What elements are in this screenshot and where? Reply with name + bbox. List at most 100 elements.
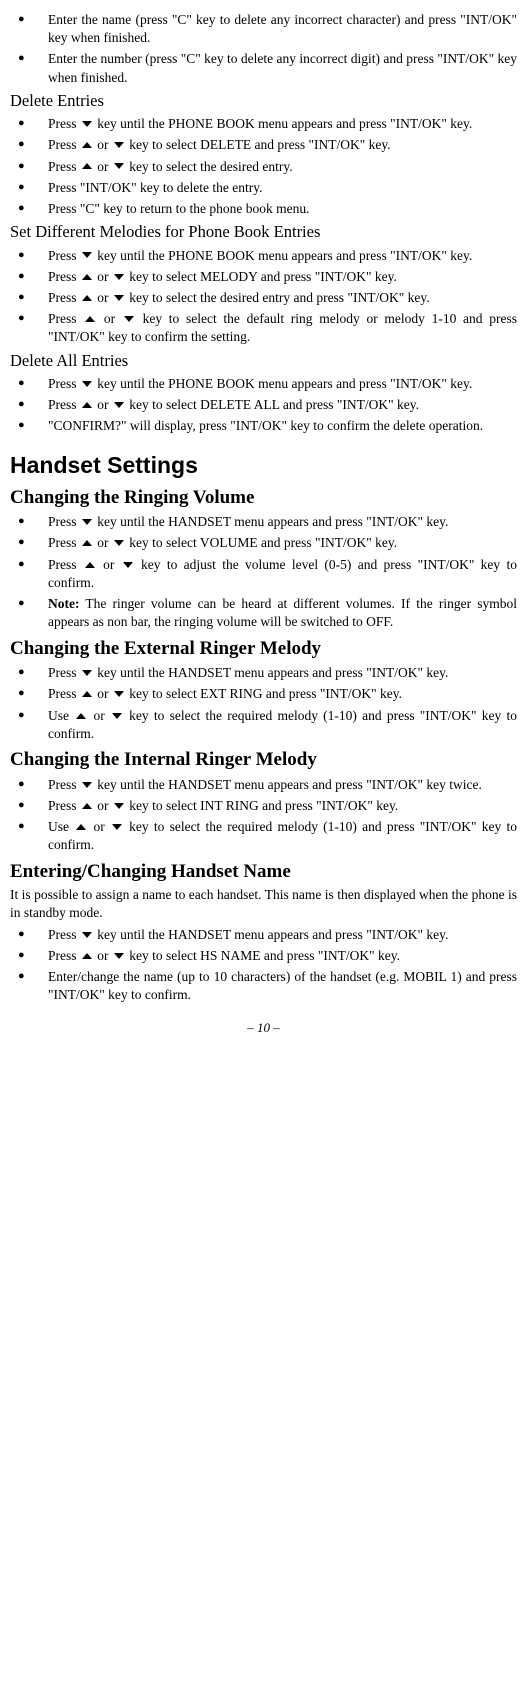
- list-item: Press or key to select DELETE and press …: [10, 136, 517, 154]
- section-delete-entries: Delete Entries: [10, 90, 517, 112]
- up-arrow-icon: [75, 822, 87, 832]
- section-ext-ring: Changing the External Ringer Melody: [10, 636, 517, 662]
- text: Press: [48, 311, 83, 326]
- down-arrow-icon: [113, 689, 125, 699]
- text: Press: [48, 927, 80, 942]
- text: key to select DELETE and press "INT/OK" …: [126, 137, 391, 152]
- section-delete-all: Delete All Entries: [10, 350, 517, 372]
- text: Press: [48, 376, 80, 391]
- text: Press: [48, 686, 80, 701]
- up-arrow-icon: [81, 293, 93, 303]
- list-item: Press or key to select VOLUME and press …: [10, 534, 517, 552]
- down-arrow-icon: [113, 161, 125, 171]
- text: key to select DELETE ALL and press "INT/…: [126, 397, 419, 412]
- list-item: Press or key to select DELETE ALL and pr…: [10, 396, 517, 414]
- text: Use: [48, 708, 74, 723]
- up-arrow-icon: [81, 400, 93, 410]
- text: key to select MELODY and press "INT/OK" …: [126, 269, 397, 284]
- list-item: Press or key to select HS NAME and press…: [10, 947, 517, 965]
- text: key to select EXT RING and press "INT/OK…: [126, 686, 402, 701]
- text: key until the HANDSET menu appears and p…: [94, 665, 448, 680]
- ringing-volume-list: Press key until the HANDSET menu appears…: [10, 513, 517, 631]
- text: Press: [48, 535, 80, 550]
- hs-name-intro: It is possible to assign a name to each …: [10, 886, 517, 922]
- list-item: Press or key to adjust the volume level …: [10, 556, 517, 592]
- section-ringing-volume: Changing the Ringing Volume: [10, 485, 517, 511]
- list-item: Enter the name (press "C" key to delete …: [10, 11, 517, 47]
- list-item: Press key until the PHONE BOOK menu appe…: [10, 115, 517, 133]
- text: key to select VOLUME and press "INT/OK" …: [126, 535, 397, 550]
- down-arrow-icon: [123, 314, 135, 324]
- down-arrow-icon: [113, 801, 125, 811]
- text: or: [97, 311, 122, 326]
- text: Press: [48, 290, 80, 305]
- down-arrow-icon: [113, 140, 125, 150]
- text: key to select INT RING and press "INT/OK…: [126, 798, 398, 813]
- down-arrow-icon: [81, 250, 93, 260]
- text: Press: [48, 948, 80, 963]
- up-arrow-icon: [81, 538, 93, 548]
- down-arrow-icon: [81, 930, 93, 940]
- down-arrow-icon: [81, 119, 93, 129]
- text: Press: [48, 514, 80, 529]
- list-item: Use or key to select the required melody…: [10, 707, 517, 743]
- heading-handset-settings: Handset Settings: [10, 450, 517, 481]
- text: key to select the desired entry and pres…: [126, 290, 430, 305]
- text: or: [94, 159, 112, 174]
- up-arrow-icon: [81, 161, 93, 171]
- text: Press: [48, 665, 80, 680]
- list-item: Press key until the PHONE BOOK menu appe…: [10, 375, 517, 393]
- text: Press: [48, 777, 80, 792]
- up-arrow-icon: [81, 951, 93, 961]
- list-item: Press key until the HANDSET menu appears…: [10, 664, 517, 682]
- text: or: [88, 819, 110, 834]
- up-arrow-icon: [81, 272, 93, 282]
- list-item: Press key until the PHONE BOOK menu appe…: [10, 247, 517, 265]
- list-item: Enter/change the name (up to 10 characte…: [10, 968, 517, 1004]
- down-arrow-icon: [122, 560, 134, 570]
- int-ring-list: Press key until the HANDSET menu appears…: [10, 776, 517, 855]
- text: or: [94, 137, 112, 152]
- list-item: Press key until the HANDSET menu appears…: [10, 513, 517, 531]
- down-arrow-icon: [113, 538, 125, 548]
- up-arrow-icon: [84, 314, 96, 324]
- text: Press: [48, 269, 80, 284]
- delete-all-list: Press key until the PHONE BOOK menu appe…: [10, 375, 517, 436]
- up-arrow-icon: [75, 711, 87, 721]
- text: Press: [48, 159, 80, 174]
- intro-list: Enter the name (press "C" key to delete …: [10, 11, 517, 87]
- page-number: – 10 –: [10, 1019, 517, 1037]
- list-item: Note: The ringer volume can be heard at …: [10, 595, 517, 631]
- list-item: Press or key to select the default ring …: [10, 310, 517, 346]
- text: Press: [48, 116, 80, 131]
- list-item: Press or key to select INT RING and pres…: [10, 797, 517, 815]
- text: The ringer volume can be heard at differ…: [48, 596, 517, 629]
- list-item: Press or key to select the desired entry…: [10, 158, 517, 176]
- down-arrow-icon: [111, 711, 123, 721]
- down-arrow-icon: [81, 780, 93, 790]
- list-item: "CONFIRM?" will display, press "INT/OK" …: [10, 417, 517, 435]
- up-arrow-icon: [81, 140, 93, 150]
- text: or: [97, 557, 121, 572]
- list-item: Press key until the HANDSET menu appears…: [10, 926, 517, 944]
- melodies-list: Press key until the PHONE BOOK menu appe…: [10, 247, 517, 347]
- text: or: [88, 708, 110, 723]
- down-arrow-icon: [113, 293, 125, 303]
- section-int-ring: Changing the Internal Ringer Melody: [10, 747, 517, 773]
- list-item: Enter the number (press "C" key to delet…: [10, 50, 517, 86]
- text: key until the HANDSET menu appears and p…: [94, 927, 448, 942]
- section-set-melodies: Set Different Melodies for Phone Book En…: [10, 221, 517, 243]
- section-hs-name: Entering/Changing Handset Name: [10, 859, 517, 885]
- ext-ring-list: Press key until the HANDSET menu appears…: [10, 664, 517, 743]
- text: Press: [48, 798, 80, 813]
- down-arrow-icon: [113, 400, 125, 410]
- text: Press: [48, 137, 80, 152]
- list-item: Press or key to select MELODY and press …: [10, 268, 517, 286]
- text: key until the PHONE BOOK menu appears an…: [94, 248, 472, 263]
- text: or: [94, 798, 112, 813]
- list-item: Press "INT/OK" key to delete the entry.: [10, 179, 517, 197]
- text: key until the PHONE BOOK menu appears an…: [94, 376, 472, 391]
- text: or: [94, 397, 112, 412]
- text: or: [94, 290, 112, 305]
- up-arrow-icon: [81, 801, 93, 811]
